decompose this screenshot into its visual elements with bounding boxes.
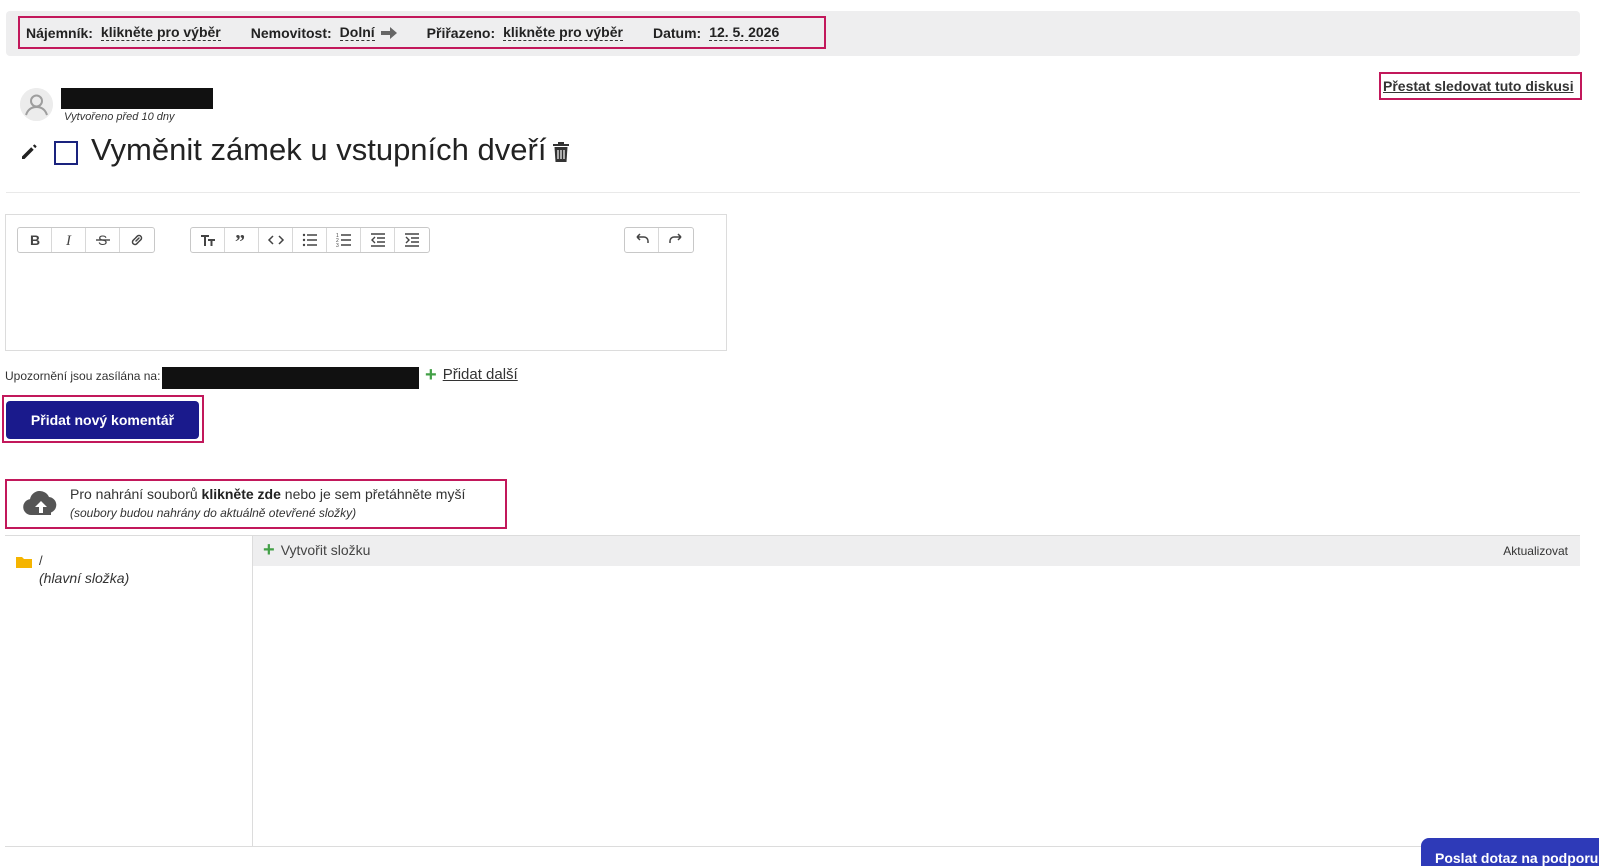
heading-icon	[200, 235, 215, 246]
plus-icon: +	[263, 539, 275, 561]
unfollow-discussion-link[interactable]: Přestat sledovat tuto diskusi	[1379, 72, 1582, 100]
avatar	[20, 88, 53, 121]
tenant-field: Nájemník: klikněte pro výběr	[26, 24, 221, 41]
trash-icon[interactable]	[552, 141, 570, 163]
add-recipient-link[interactable]: + Přidat další	[425, 363, 518, 386]
task-complete-checkbox[interactable]	[54, 141, 78, 165]
quote-button[interactable]: ”	[225, 228, 259, 252]
assigned-label: Přiřazeno:	[426, 24, 496, 41]
redo-icon	[669, 233, 682, 243]
assigned-selector[interactable]: klikněte pro výběr	[503, 24, 623, 41]
divider	[6, 192, 1580, 193]
quote-icon: ”	[235, 231, 245, 249]
history-toolbar-group	[624, 227, 694, 253]
date-selector[interactable]: 12. 5. 2026	[709, 24, 780, 41]
undo-icon	[635, 233, 649, 243]
link-icon	[131, 234, 143, 246]
code-button[interactable]	[259, 228, 293, 252]
notification-recipient-redacted	[162, 367, 419, 389]
assigned-field: Přiřazeno: klikněte pro výběr	[426, 24, 623, 41]
tenant-selector[interactable]: klikněte pro výběr	[100, 24, 221, 41]
add-comment-button[interactable]: Přidat nový komentář	[6, 401, 199, 439]
folder-icon	[16, 557, 32, 568]
refresh-button[interactable]: Aktualizovat	[1503, 544, 1568, 558]
tenant-label: Nájemník:	[26, 24, 93, 41]
add-recipient-label: Přidat další	[442, 366, 518, 383]
property-selector[interactable]: Dolní	[339, 24, 375, 41]
indent-button[interactable]	[395, 228, 429, 252]
create-folder-label: Vytvořit složku	[280, 542, 371, 558]
cloud-upload-icon	[23, 490, 57, 515]
folder-tree: / (hlavní složka)	[5, 536, 253, 846]
arrow-right-icon[interactable]	[380, 26, 397, 39]
date-label: Datum:	[652, 24, 702, 41]
strikethrough-button[interactable]: S	[86, 228, 120, 252]
author-name-redacted	[61, 88, 213, 109]
root-folder-path[interactable]: /	[39, 553, 43, 568]
link-button[interactable]	[120, 228, 154, 252]
numbered-list-button[interactable]: 123	[327, 228, 361, 252]
svg-text:3: 3	[336, 243, 339, 249]
indent-icon	[405, 233, 419, 247]
pencil-icon[interactable]	[20, 141, 40, 161]
task-meta-bar: Nájemník: klikněte pro výběr Nemovitost:…	[18, 16, 826, 49]
bullet-list-button[interactable]	[293, 228, 327, 252]
property-label: Nemovitost:	[250, 24, 332, 41]
redo-button[interactable]	[659, 228, 693, 252]
bold-icon: B	[30, 232, 40, 248]
svg-text:I: I	[65, 233, 72, 249]
svg-text:”: ”	[235, 231, 245, 249]
support-button[interactable]: Poslat dotaz na podporu	[1421, 838, 1599, 866]
svg-text:B: B	[30, 232, 40, 248]
task-title: Vyměnit zámek u vstupních dveří	[91, 132, 547, 167]
file-upload-dropzone[interactable]: Pro nahrání souborů klikněte zde nebo je…	[5, 479, 507, 529]
bold-button[interactable]: B	[18, 228, 52, 252]
bullet-list-icon	[302, 233, 317, 247]
notification-label: Upozornění jsou zasílána na:	[5, 369, 161, 383]
italic-button[interactable]: I	[52, 228, 86, 252]
strikethrough-icon: S	[95, 232, 110, 248]
upload-text-after: nebo je sem přetáhněte myší	[280, 486, 466, 502]
code-icon	[267, 235, 284, 245]
file-manager-bottom-border	[5, 846, 1580, 847]
heading-button[interactable]	[191, 228, 225, 252]
numbered-list-icon: 123	[336, 233, 351, 249]
comment-editor[interactable]: B I S ” 123	[5, 214, 727, 351]
file-manager-toolbar: + Vytvořit složku Aktualizovat	[253, 536, 1580, 566]
block-toolbar-group: ” 123	[190, 227, 430, 253]
date-field: Datum: 12. 5. 2026	[652, 24, 780, 41]
plus-icon: +	[425, 363, 437, 386]
undo-button[interactable]	[625, 228, 659, 252]
create-folder-button[interactable]: + Vytvořit složku	[263, 539, 371, 561]
outdent-button[interactable]	[361, 228, 395, 252]
format-toolbar-group: B I S	[17, 227, 155, 253]
property-field: Nemovitost: Dolní	[250, 24, 397, 41]
italic-icon: I	[65, 233, 72, 249]
upload-note: (soubory budou nahrány do aktuálně otevř…	[70, 506, 357, 520]
upload-text-before: Pro nahrání souborů	[70, 486, 202, 502]
root-folder-name[interactable]: (hlavní složka)	[39, 570, 129, 586]
outdent-icon	[370, 233, 385, 247]
created-time: Vytvořeno před 10 dny	[64, 111, 175, 123]
upload-click-here[interactable]: klikněte zde	[202, 486, 281, 502]
upload-instructions: Pro nahrání souborů klikněte zde nebo je…	[70, 486, 465, 502]
